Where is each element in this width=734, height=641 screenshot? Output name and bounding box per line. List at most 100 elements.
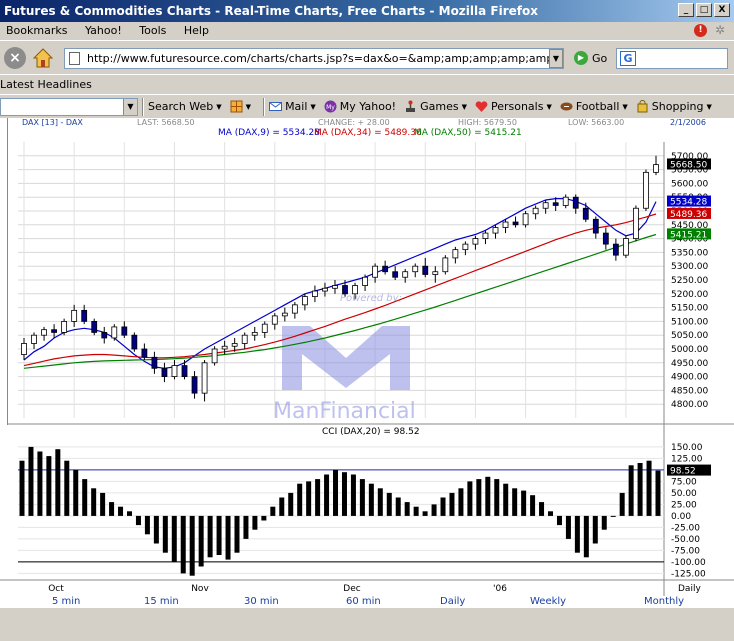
menu-bookmarks[interactable]: Bookmarks	[6, 24, 67, 37]
window-controls: _ □ X	[678, 3, 730, 17]
cci-bar	[458, 488, 464, 516]
timeframe-30min[interactable]: 30 min	[244, 596, 279, 607]
search-web-button[interactable]: Search Web ▼	[148, 100, 222, 113]
candle-body	[91, 320, 98, 333]
chevron-down-icon: ▼	[310, 102, 316, 111]
yahoo-search-input[interactable]: ▼	[0, 97, 138, 116]
timeframe-60min[interactable]: 60 min	[346, 596, 381, 607]
timeframe-daily[interactable]: Daily	[440, 596, 465, 607]
cci-bar	[189, 515, 195, 576]
shopping-button[interactable]: Shopping ▼	[636, 100, 712, 113]
games-label: Games	[420, 100, 459, 113]
menu-tools[interactable]: Tools	[139, 24, 166, 37]
cci-bar	[216, 515, 222, 555]
candle-body	[382, 265, 389, 273]
stop-loading-icon[interactable]: !	[694, 24, 707, 37]
candle-body	[502, 221, 509, 228]
home-icon[interactable]	[32, 47, 54, 69]
cci-bar	[55, 449, 61, 516]
cci-bar	[485, 476, 491, 516]
ma50-tag: 5415.21	[670, 230, 707, 240]
ma50-label: MA (DAX,50) = 5415.21	[414, 128, 522, 138]
cci-bar	[118, 506, 124, 516]
cci-bar	[467, 481, 473, 516]
candle-body	[633, 207, 639, 239]
cci-tick-label: 125.00	[671, 454, 703, 464]
cci-bar	[64, 460, 70, 516]
cci-bar	[37, 451, 43, 516]
x-tick-label: Oct	[48, 584, 64, 594]
personals-button[interactable]: Personals ▼	[475, 100, 552, 113]
candle-body	[653, 164, 659, 173]
minimize-button[interactable]: _	[678, 3, 694, 17]
gear-icon[interactable]: ✲	[715, 24, 728, 37]
chevron-down-icon[interactable]: ▼	[123, 98, 137, 115]
go-button[interactable]: ▶ Go	[574, 51, 607, 65]
close-button[interactable]: X	[714, 3, 730, 17]
cci-bar	[28, 446, 34, 516]
status-area	[0, 608, 734, 641]
candle-body	[572, 196, 579, 209]
chevron-down-icon: ▼	[245, 102, 252, 111]
my-yahoo-button[interactable]: My My Yahoo!	[324, 100, 396, 113]
cci-bar	[377, 488, 383, 516]
candle-body	[522, 213, 529, 226]
football-label: Football	[575, 100, 620, 113]
price-tick-label: 5600.00	[671, 179, 708, 189]
cci-bar	[171, 515, 177, 562]
cci-tick-label: -50.00	[671, 535, 700, 545]
chevron-down-icon: ▼	[461, 102, 467, 111]
cci-label: CCI (DAX,20) = 98.52	[322, 427, 420, 437]
candle-body	[312, 290, 318, 297]
cci-bar	[574, 515, 580, 553]
chart-high: HIGH: 5679.50	[458, 118, 517, 127]
address-bar[interactable]: http://www.futuresource.com/charts/chart…	[64, 48, 564, 69]
latest-headlines-link[interactable]: Latest Headlines	[0, 78, 92, 91]
games-button[interactable]: Games ▼	[404, 100, 467, 113]
candle-body	[131, 334, 138, 350]
address-dropdown-button[interactable]: ▼	[549, 49, 563, 68]
cci-bar	[162, 515, 168, 553]
maximize-button[interactable]: □	[696, 3, 712, 17]
highlight-icon	[230, 100, 243, 113]
timeframe-weekly[interactable]: Weekly	[530, 596, 566, 607]
football-button[interactable]: Football ▼	[560, 100, 628, 113]
cci-bar	[395, 497, 401, 516]
menu-yahoo[interactable]: Yahoo!	[85, 24, 122, 37]
candle-body	[251, 332, 258, 336]
cci-bar	[73, 469, 79, 516]
go-label: Go	[592, 51, 608, 65]
timeframe-5min[interactable]: 5 min	[52, 596, 80, 607]
search-box[interactable]: G	[616, 48, 728, 69]
cci-bar	[359, 479, 365, 516]
candle-body	[492, 227, 499, 234]
timeframe-monthly[interactable]: Monthly	[644, 596, 684, 607]
x-tick-label: Dec	[343, 584, 360, 594]
candle-body	[532, 207, 539, 215]
candle-body	[231, 343, 238, 347]
shopping-bag-icon	[637, 100, 648, 113]
cci-bar	[91, 488, 97, 516]
price-tick-label: 5100.00	[671, 317, 708, 327]
price-tick-label: 5150.00	[671, 304, 708, 314]
candle-body	[21, 343, 27, 355]
cci-bar	[440, 497, 446, 516]
candle-body	[111, 326, 118, 339]
candle-body	[362, 276, 368, 286]
highlight-button[interactable]: ▼	[230, 100, 251, 113]
cci-bar	[592, 515, 598, 544]
cci-bar	[548, 511, 554, 516]
cci-bar	[646, 460, 652, 516]
cci-bar	[225, 515, 231, 560]
stop-icon[interactable]: ×	[4, 47, 26, 69]
timeframe-15min[interactable]: 15 min	[144, 596, 179, 607]
cci-bar	[556, 515, 562, 526]
price-tick-label: 5200.00	[671, 290, 708, 300]
menu-help[interactable]: Help	[184, 24, 209, 37]
candle-body	[161, 367, 168, 378]
candle-body	[181, 365, 188, 377]
mail-button[interactable]: Mail ▼	[269, 100, 316, 113]
candle-body	[482, 232, 489, 240]
candle-body	[261, 323, 268, 333]
menu-bar-icons: ! ✲	[694, 24, 728, 37]
